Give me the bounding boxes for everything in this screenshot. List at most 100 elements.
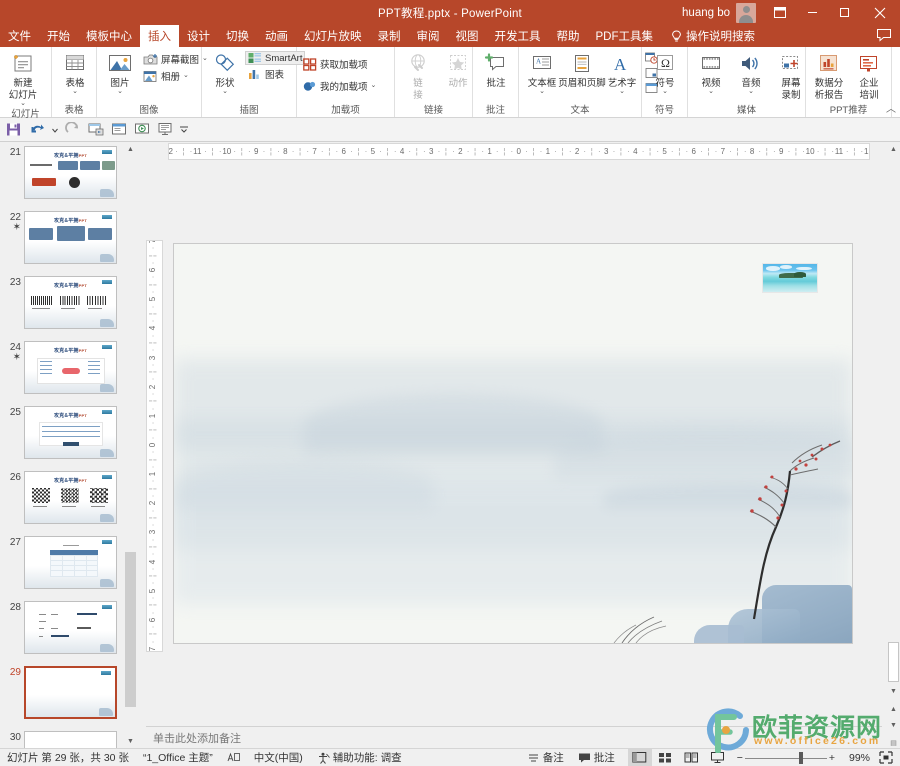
video-button[interactable]: 视频 ⌄ <box>691 50 731 96</box>
zoom-level[interactable]: 99% <box>842 752 872 764</box>
start-from-beginning-icon[interactable] <box>85 120 106 140</box>
thumbnail-item-23[interactable]: 23 攻克&平拥PPT <box>0 272 136 337</box>
thumbnail-item-27[interactable]: 27 <box>0 532 136 597</box>
slide-counter[interactable]: 幻灯片 第 29 张，共 30 张 <box>0 750 136 765</box>
shapes-button[interactable]: 形状 ⌄ <box>205 50 245 96</box>
screenshot-button[interactable]: 屏幕截图 ⌄ <box>140 51 211 67</box>
undo-icon[interactable] <box>26 120 47 140</box>
scrollbar-thumb[interactable] <box>125 552 136 707</box>
slideshow-icon[interactable] <box>131 120 152 140</box>
tab-developer[interactable]: 开发工具 <box>487 25 549 47</box>
chevron-down-icon[interactable]: ⌄ <box>619 88 625 95</box>
tab-slideshow[interactable]: 幻灯片放映 <box>296 25 370 47</box>
get-addins-button[interactable]: 获取加载项 <box>300 56 379 72</box>
thumbnail-item-25[interactable]: 25 攻克&平拥PPT <box>0 402 136 467</box>
collapse-ribbon-button[interactable]: ︿ <box>886 100 896 115</box>
tab-record[interactable]: 录制 <box>370 25 409 47</box>
maximize-button[interactable] <box>828 0 860 25</box>
notes-pane[interactable]: 单击此处添加备注 <box>146 726 882 748</box>
tab-file[interactable]: 文件 <box>0 25 39 47</box>
tab-animations[interactable]: 动画 <box>257 25 296 47</box>
slide-sorter-button[interactable] <box>654 749 678 766</box>
thumbnail-item-26[interactable]: 26 攻克&平拥PPT <box>0 467 136 532</box>
zoom-slider-handle[interactable] <box>798 751 803 764</box>
undo-dropdown-icon[interactable] <box>49 120 60 140</box>
slide-canvas[interactable] <box>173 243 853 644</box>
wordart-button[interactable]: A 艺术字 ⌄ <box>602 50 642 96</box>
chevron-down-icon[interactable]: ⌄ <box>539 88 545 95</box>
notes-toggle-button[interactable]: 备注 <box>520 750 571 765</box>
tab-template-center[interactable]: 模板中心 <box>78 25 140 47</box>
normal-view-button[interactable] <box>627 749 652 766</box>
thumbnail-preview[interactable]: 攻克&平拥PPT <box>24 471 117 524</box>
thumbnail-preview[interactable]: 攻克&平拥PPT <box>24 341 117 394</box>
chevron-down-icon[interactable]: ⌄ <box>20 100 26 107</box>
tab-review[interactable]: 审阅 <box>409 25 448 47</box>
thumbnail-item-28[interactable]: 28 <box>0 597 136 662</box>
language-indicator[interactable]: 中文(中国) <box>247 750 310 765</box>
thumbnail-preview[interactable]: 攻克&平拥PPT <box>24 146 117 199</box>
tab-view[interactable]: 视图 <box>448 25 487 47</box>
tab-transitions[interactable]: 切换 <box>218 25 257 47</box>
chevron-down-icon[interactable]: ⌄ <box>72 88 78 95</box>
slideshow-button[interactable] <box>706 749 730 766</box>
close-button[interactable] <box>860 0 900 25</box>
thumbnail-preview[interactable] <box>24 601 117 654</box>
textbox-button[interactable]: A 文本框 ⌄ <box>522 50 562 96</box>
spellcheck-icon[interactable] <box>220 752 247 764</box>
chevron-down-icon[interactable]: ⌄ <box>708 88 714 95</box>
reading-view-button[interactable] <box>680 749 704 766</box>
table-button[interactable]: 表格 ⌄ <box>55 50 95 96</box>
scroll-up-arrow-icon[interactable]: ▲ <box>124 142 137 156</box>
tell-me-search[interactable]: 操作说明搜索 <box>661 25 755 47</box>
scroll-down-arrow-icon[interactable]: ▼ <box>124 734 137 748</box>
zoom-out-button[interactable]: − <box>730 752 745 764</box>
thumbnail-preview[interactable]: 攻克&平拥PPT <box>24 406 117 459</box>
fit-slide-icon[interactable] <box>872 751 900 764</box>
enterprise-training-button[interactable]: 企业 培训 <box>849 50 889 102</box>
thumbnail-preview[interactable] <box>24 536 117 589</box>
symbol-button[interactable]: Ω 符号 ⌄ <box>645 50 685 96</box>
scrollbar-thumb[interactable] <box>888 642 899 682</box>
new-slide-icon[interactable] <box>108 120 129 140</box>
next-slide-icon[interactable]: ▼ <box>887 718 900 732</box>
thumbnail-preview[interactable]: 攻克&平拥PPT <box>24 211 117 264</box>
accessibility-status[interactable]: 辅助功能: 调查 <box>310 750 409 765</box>
slide-thumbnail-pane[interactable]: 21 攻克&平拥PPT 22 ✶ 攻克&平拥PPT 23 攻克&平拥PPT 24… <box>0 142 137 748</box>
save-icon[interactable] <box>3 120 24 140</box>
tab-help[interactable]: 帮助 <box>549 25 588 47</box>
thumbnail-item-21[interactable]: 21 攻克&平拥PPT <box>0 142 136 207</box>
editor-vertical-scrollbar[interactable]: ▲ ▼ ▲ ▼ ▤ <box>887 142 900 750</box>
photo-album-button[interactable]: 相册 ⌄ <box>140 68 211 84</box>
comments-toggle-button[interactable]: 批注 <box>571 750 622 765</box>
zoom-slider[interactable] <box>744 751 827 765</box>
thumbnail-item-22[interactable]: 22 ✶ 攻克&平拥PPT <box>0 207 136 272</box>
avatar[interactable] <box>736 2 756 23</box>
my-addins-button[interactable]: 我的加载项 ⌄ <box>300 78 379 94</box>
scroll-up-arrow-icon[interactable]: ▲ <box>887 142 900 156</box>
tab-design[interactable]: 设计 <box>179 25 218 47</box>
beach-photo[interactable] <box>762 263 818 293</box>
chevron-down-icon[interactable]: ⌄ <box>183 72 189 79</box>
tab-insert[interactable]: 插入 <box>140 25 179 47</box>
previous-slide-icon[interactable]: ▲ <box>887 702 900 716</box>
new-slide-button[interactable]: 新建 幻灯片 ⌄ <box>3 50 43 108</box>
chevron-down-icon[interactable]: ⌄ <box>662 88 668 95</box>
chevron-down-icon[interactable]: ⌄ <box>222 88 228 95</box>
thumbnail-item-30[interactable]: 30 <box>0 727 136 748</box>
tab-pdf-tools[interactable]: PDF工具集 <box>588 25 662 47</box>
reading-view-icon[interactable] <box>154 120 175 140</box>
customize-qat-icon[interactable] <box>177 120 190 140</box>
thumbnail-item-29[interactable]: 29 <box>0 662 136 727</box>
comment-button[interactable]: 批注 <box>476 50 516 90</box>
chevron-down-icon[interactable]: ⌄ <box>748 88 754 95</box>
screen-record-button[interactable]: 屏幕 录制 <box>771 50 811 102</box>
chevron-down-icon[interactable]: ⌄ <box>371 82 377 89</box>
thumbnail-preview[interactable] <box>24 731 117 748</box>
minimize-button[interactable] <box>796 0 828 25</box>
redo-icon[interactable] <box>62 120 83 140</box>
audio-button[interactable]: 音频 ⌄ <box>731 50 771 96</box>
thumbnail-pane-scrollbar[interactable]: ▲ ▼ <box>124 142 137 748</box>
picture-button[interactable]: 图片 ⌄ <box>100 50 140 96</box>
thumbnail-preview-selected[interactable] <box>24 666 117 719</box>
